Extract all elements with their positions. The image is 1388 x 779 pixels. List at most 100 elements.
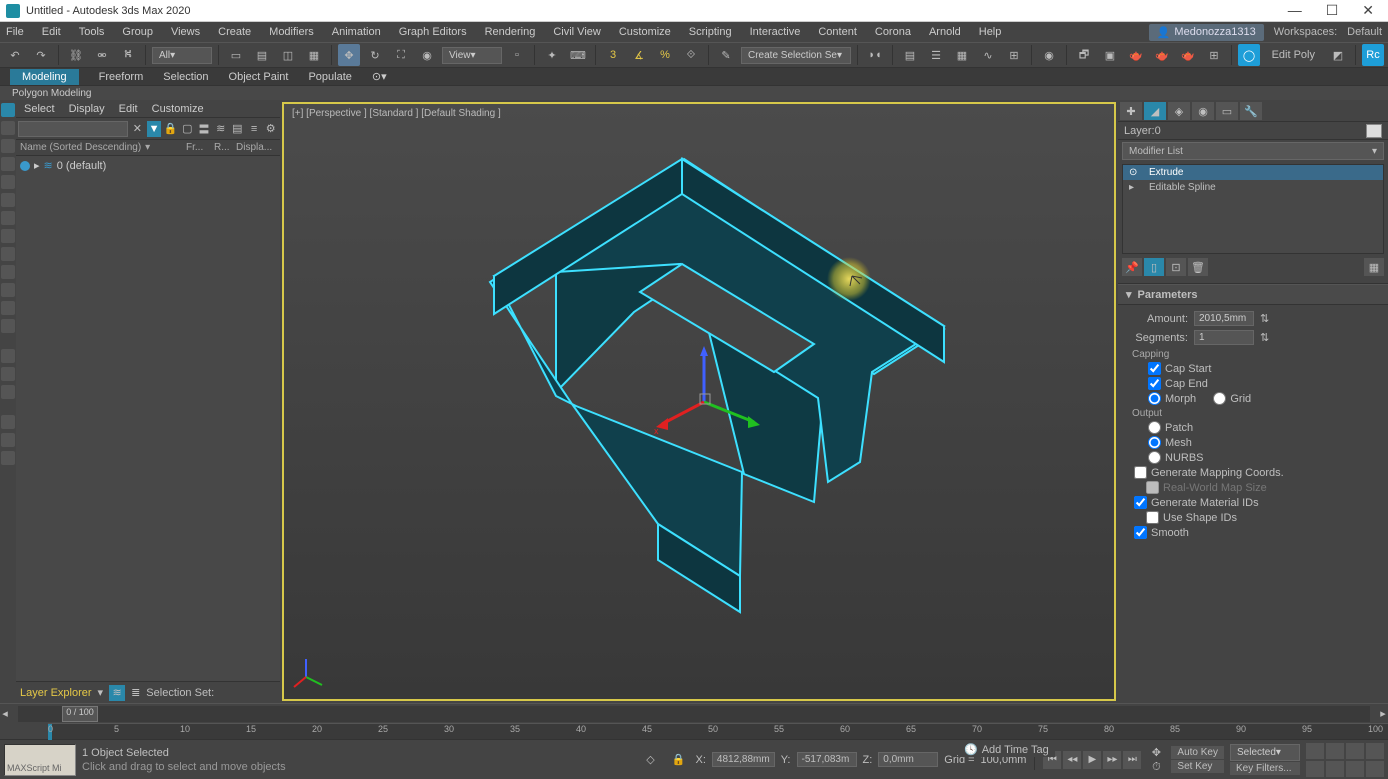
modifier-list-dropdown[interactable]: Modifier List▾ [1122, 142, 1384, 160]
render-setup-button[interactable]: 🗗 [1073, 44, 1095, 66]
scene-row-default[interactable]: ▸ ≋ 0 (default) [20, 158, 276, 173]
window-crossing-button[interactable]: ▦ [303, 44, 325, 66]
grid-radio[interactable] [1213, 392, 1226, 405]
scale-button[interactable]: ⛶ [390, 44, 412, 66]
menu-civilview[interactable]: Civil View [553, 26, 600, 38]
keyboard-shortcut-button[interactable]: ⌨ [567, 44, 589, 66]
menu-group[interactable]: Group [122, 26, 153, 38]
column2-icon[interactable] [1, 367, 15, 381]
menu-views[interactable]: Views [171, 26, 200, 38]
key-filters-button[interactable]: Key Filters... [1230, 762, 1300, 775]
render-preset-button[interactable]: ⊞ [1203, 44, 1225, 66]
ref-coord-dropdown[interactable]: View ▾ [442, 47, 502, 64]
curve-editor-button[interactable]: ∿ [977, 44, 999, 66]
fov-button[interactable] [1346, 743, 1364, 759]
spinner-arrows-icon[interactable]: ⇅ [1260, 331, 1269, 344]
minimize-button[interactable]: — [1288, 2, 1302, 19]
spinner-arrows-icon[interactable]: ⇅ [1260, 312, 1269, 325]
close-button[interactable]: ✕ [1362, 2, 1374, 19]
move-button[interactable]: ✥ [338, 44, 360, 66]
hierarchy-tab[interactable]: ◈ [1168, 102, 1190, 120]
goto-end-button[interactable]: ⏭ [1123, 751, 1141, 769]
scene-tab-display[interactable]: Display [69, 103, 105, 115]
menu-content[interactable]: Content [818, 26, 857, 38]
time-prev-icon[interactable]: ◂ [0, 707, 10, 720]
bind-button[interactable]: ⛕ [117, 44, 139, 66]
utilities-tab[interactable]: 🔧 [1240, 102, 1262, 120]
add-time-tag-button[interactable]: 🕓Add Time Tag [958, 742, 1055, 757]
modify-tab[interactable]: ◢ [1144, 102, 1166, 120]
material-editor-button[interactable]: ◉ [1038, 44, 1060, 66]
prev-frame-button[interactable]: ◂◂ [1063, 751, 1081, 769]
cap-end-checkbox[interactable] [1148, 377, 1161, 390]
scene-explorer-icon[interactable] [1, 103, 15, 117]
y-coord-input[interactable]: -517,083m [797, 752, 857, 767]
auto-key-button[interactable]: Auto Key [1171, 746, 1224, 759]
play-button[interactable]: ▶ [1083, 751, 1101, 769]
select-region-button[interactable]: ◫ [277, 44, 299, 66]
selection-filter-icon[interactable]: ▼ [147, 121, 162, 137]
display-icon[interactable] [1, 121, 15, 135]
container-icon[interactable] [1, 301, 15, 315]
align-button[interactable]: ▤ [899, 44, 921, 66]
light-icon[interactable] [1, 193, 15, 207]
menu-edit[interactable]: Edit [42, 26, 61, 38]
pin-stack-button[interactable]: 📌 [1122, 258, 1142, 276]
column-icon[interactable] [1, 349, 15, 363]
sync-icon[interactable] [1, 451, 15, 465]
expand-icon[interactable]: ▸ [34, 159, 40, 172]
mirror-button[interactable]: ◗◖ [864, 44, 886, 66]
time-next-icon[interactable]: ▸ [1378, 707, 1388, 720]
time-slider-handle[interactable]: 0 / 100 [62, 706, 98, 722]
bone-icon[interactable] [1, 283, 15, 297]
configure-sets-button[interactable]: ▦ [1364, 258, 1384, 276]
geo-icon[interactable] [1, 157, 15, 171]
ribbon-tab-selection[interactable]: Selection [163, 71, 208, 83]
next-frame-button[interactable]: ▸▸ [1103, 751, 1121, 769]
camera-icon[interactable] [1, 211, 15, 225]
nurbs-radio[interactable] [1148, 451, 1161, 464]
modifier-stack[interactable]: ⊙ Extrude ▸ Editable Spline [1122, 164, 1384, 254]
set-layer2-icon[interactable]: ≣ [131, 686, 140, 699]
zoom-all-button[interactable] [1306, 761, 1324, 777]
rc-button[interactable]: Rc [1362, 44, 1384, 66]
segments-spinner[interactable]: 1 [1194, 330, 1254, 345]
maximize-viewport-button[interactable] [1366, 761, 1384, 777]
unlink-button[interactable]: ⚮ [91, 44, 113, 66]
menu-modifiers[interactable]: Modifiers [269, 26, 314, 38]
ribbon-tab-objectpaint[interactable]: Object Paint [229, 71, 289, 83]
menu-help[interactable]: Help [979, 26, 1002, 38]
angle-snap-button[interactable]: ∡ [628, 44, 650, 66]
ribbon-tab-freeform[interactable]: Freeform [99, 71, 144, 83]
named-selection-dropdown[interactable]: Create Selection Se ▾ [741, 47, 851, 64]
parameters-rollout-header[interactable]: ▾ Parameters [1118, 284, 1388, 305]
eye-icon[interactable]: ⊙ [1129, 167, 1141, 178]
object-color-swatch[interactable] [1366, 124, 1382, 138]
render-button[interactable]: 🫖 [1125, 44, 1147, 66]
menu-rendering[interactable]: Rendering [485, 26, 536, 38]
menu-create[interactable]: Create [218, 26, 251, 38]
scene-tab-select[interactable]: Select [24, 103, 55, 115]
filter5-icon[interactable]: ≡ [247, 121, 262, 137]
mesh-radio[interactable] [1148, 436, 1161, 449]
ribbon-toggle-button[interactable]: ▦ [951, 44, 973, 66]
gen-mapping-checkbox[interactable] [1134, 466, 1147, 479]
frozen-icon[interactable] [1, 319, 15, 333]
z-coord-input[interactable]: 0,0mm [878, 752, 938, 767]
pivot-button[interactable]: ▫ [506, 44, 528, 66]
space-icon[interactable] [1, 247, 15, 261]
filter6-icon[interactable]: ⚙ [263, 121, 278, 137]
perspective-viewport[interactable]: [+] [Perspective ] [Standard ] [Default … [282, 102, 1116, 701]
menu-scripting[interactable]: Scripting [689, 26, 732, 38]
menu-customize[interactable]: Customize [619, 26, 671, 38]
gen-material-checkbox[interactable] [1134, 496, 1147, 509]
select-name-button[interactable]: ▤ [251, 44, 273, 66]
undo-button[interactable]: ↶ [4, 44, 26, 66]
workspace-dropdown[interactable]: Default [1347, 26, 1382, 38]
maximize-button[interactable]: ☐ [1326, 2, 1339, 19]
col-render[interactable]: R... [214, 142, 236, 153]
layer-dropdown-icon[interactable]: ▾ [98, 686, 104, 699]
time-config-button[interactable]: ✥ [1147, 745, 1165, 759]
menu-tools[interactable]: Tools [79, 26, 105, 38]
show-end-result-button[interactable]: ▯ [1144, 258, 1164, 276]
